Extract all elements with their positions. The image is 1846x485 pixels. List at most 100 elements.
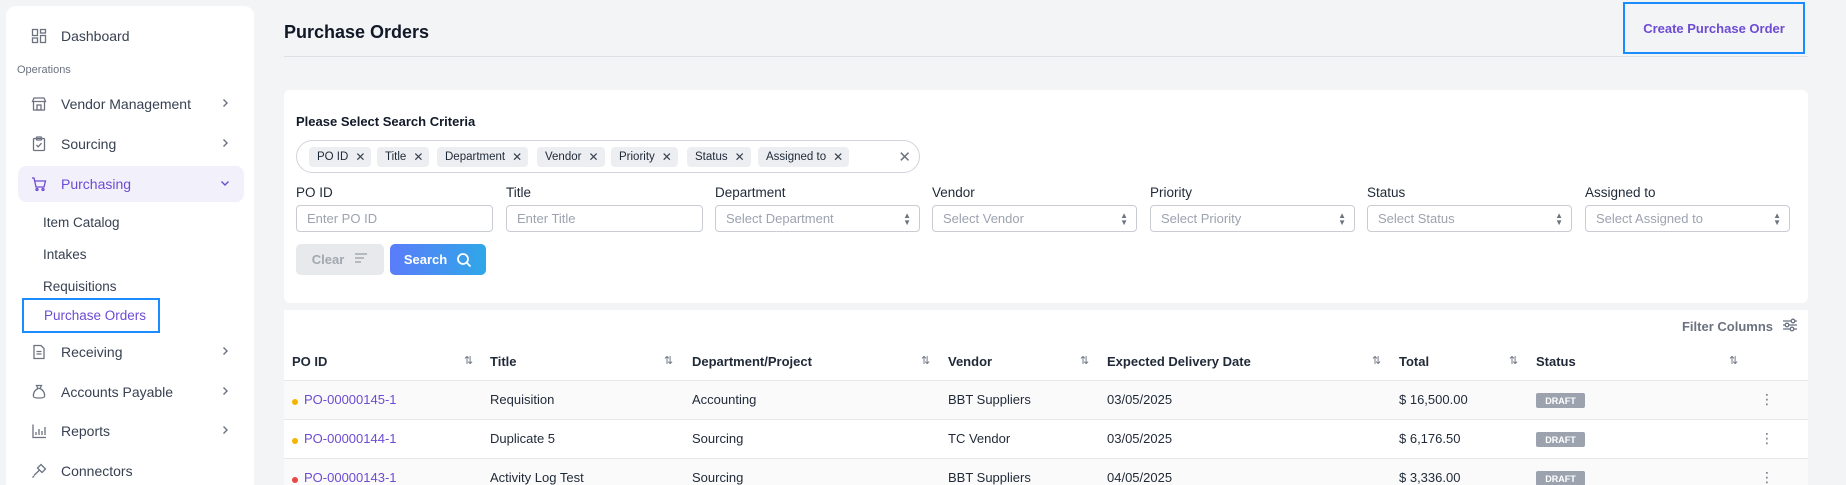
- sort-icon[interactable]: ⇅: [1080, 354, 1089, 367]
- dashboard-icon: [30, 27, 48, 45]
- chip-title[interactable]: Title ✕: [377, 147, 430, 167]
- close-icon[interactable]: ✕: [355, 150, 365, 164]
- sidebar-subitem-intakes[interactable]: Intakes: [43, 247, 87, 262]
- close-icon[interactable]: ✕: [512, 150, 522, 164]
- sliders-icon: [1782, 318, 1798, 335]
- more-options-icon[interactable]: ⋮: [1760, 469, 1774, 485]
- chip-assigned-to[interactable]: Assigned to ✕: [758, 147, 850, 167]
- close-icon[interactable]: ✕: [413, 150, 423, 164]
- clear-button-label: Clear: [311, 252, 345, 267]
- label-department: Department: [715, 185, 786, 200]
- sidebar-item-label: Reports: [61, 423, 111, 439]
- column-header-title[interactable]: Title: [490, 354, 517, 369]
- po-id-link[interactable]: PO-00000143-1: [304, 470, 397, 485]
- criteria-chips-box[interactable]: PO ID ✕ Title ✕ Department ✕ Vendor ✕ Priori…: [296, 140, 920, 173]
- sidebar-item-vendor-management[interactable]: Vendor Management: [18, 86, 244, 122]
- close-icon[interactable]: ✕: [662, 150, 672, 164]
- column-header-po-id[interactable]: PO ID: [292, 354, 327, 369]
- chip-department[interactable]: Department ✕: [437, 147, 529, 167]
- chevron-right-icon: [220, 385, 230, 399]
- title-cell: Activity Log Test: [490, 470, 584, 485]
- document-icon: [30, 343, 48, 361]
- delivery-date-cell: 03/05/2025: [1107, 431, 1173, 446]
- sidebar-item-receiving[interactable]: Receiving: [18, 334, 244, 370]
- sort-updown-icon: ▲ ▼: [903, 210, 911, 227]
- select-placeholder: Select Status: [1378, 211, 1455, 226]
- select-placeholder: Select Priority: [1161, 211, 1242, 226]
- title-input[interactable]: Enter Title: [506, 205, 703, 232]
- sort-icon[interactable]: ⇅: [464, 354, 473, 367]
- chevron-right-icon: [220, 345, 230, 359]
- sort-icon[interactable]: ⇅: [1372, 354, 1381, 367]
- table-row[interactable]: PO-00000143-1 Activity Log Test Sourcing…: [284, 459, 1808, 485]
- sidebar-item-sourcing[interactable]: Sourcing: [18, 126, 244, 162]
- sort-icon[interactable]: ⇅: [1729, 354, 1738, 367]
- sidebar-item-label: Connectors: [61, 463, 133, 479]
- sort-icon[interactable]: ⇅: [664, 354, 673, 367]
- filter-columns-button[interactable]: Filter Columns: [1682, 318, 1798, 335]
- chip-priority[interactable]: Priority ✕: [611, 147, 678, 167]
- clipboard-icon: [30, 135, 48, 153]
- sidebar-item-dashboard[interactable]: Dashboard: [18, 18, 244, 54]
- clear-button[interactable]: Clear: [296, 244, 384, 275]
- close-icon[interactable]: ✕: [588, 150, 598, 164]
- sidebar-item-reports[interactable]: Reports: [18, 413, 244, 449]
- delivery-date-cell: 04/05/2025: [1107, 470, 1173, 485]
- lines-icon: [354, 252, 368, 267]
- vendor-select[interactable]: Select Vendor ▲ ▼: [932, 205, 1137, 232]
- page-title: Purchase Orders: [284, 22, 430, 42]
- assigned-to-select[interactable]: Select Assigned to ▲ ▼: [1585, 205, 1790, 232]
- total-cell: $ 6,176.50: [1399, 431, 1461, 446]
- chip-label: Assigned to: [766, 151, 827, 163]
- status-badge: DRAFT: [1536, 432, 1585, 447]
- sidebar-subitem-purchase-orders[interactable]: Purchase Orders: [22, 298, 160, 333]
- department-cell: Sourcing: [692, 470, 744, 485]
- clear-all-icon[interactable]: ✕: [898, 148, 911, 166]
- priority-dot: [292, 399, 298, 405]
- sidebar-subitem-requisitions[interactable]: Requisitions: [43, 279, 117, 294]
- sidebar-item-connectors[interactable]: Connectors: [18, 453, 244, 485]
- close-icon[interactable]: ✕: [735, 150, 745, 164]
- sort-icon[interactable]: ⇅: [921, 354, 930, 367]
- vendor-cell: BBT Suppliers: [948, 392, 1031, 407]
- chip-vendor[interactable]: Vendor ✕: [537, 147, 605, 167]
- chip-status[interactable]: Status ✕: [687, 147, 751, 167]
- sort-icon[interactable]: ⇅: [1509, 354, 1518, 367]
- create-purchase-order-button[interactable]: Create Purchase Order: [1623, 2, 1805, 54]
- search-icon: [456, 252, 472, 268]
- chip-po-id[interactable]: PO ID ✕: [309, 147, 372, 167]
- status-badge: DRAFT: [1536, 393, 1585, 408]
- more-options-icon[interactable]: ⋮: [1760, 391, 1774, 408]
- column-header-expected-delivery-date[interactable]: Expected Delivery Date: [1107, 354, 1251, 369]
- label-title: Title: [506, 185, 532, 200]
- store-icon: [30, 95, 48, 113]
- column-header-vendor[interactable]: Vendor: [948, 354, 992, 369]
- department-select[interactable]: Select Department ▲ ▼: [715, 205, 920, 232]
- table-row[interactable]: PO-00000145-1 Requisition Accounting BBT…: [284, 381, 1808, 420]
- sort-updown-icon: ▲ ▼: [1120, 210, 1128, 227]
- sidebar: Dashboard Operations Vendor Management S…: [6, 6, 254, 485]
- label-po-id: PO ID: [296, 185, 333, 200]
- priority-select[interactable]: Select Priority ▲ ▼: [1150, 205, 1355, 232]
- label-status: Status: [1367, 185, 1406, 200]
- filter-columns-label: Filter Columns: [1681, 319, 1773, 334]
- po-id-link[interactable]: PO-00000144-1: [304, 431, 397, 446]
- table-row[interactable]: PO-00000144-1 Duplicate 5 Sourcing TC Ve…: [284, 420, 1808, 459]
- plug-icon: [30, 462, 48, 480]
- column-header-status[interactable]: Status: [1536, 354, 1576, 369]
- po-id-input[interactable]: Enter PO ID: [296, 205, 493, 232]
- close-icon[interactable]: ✕: [833, 150, 843, 164]
- search-button[interactable]: Search: [390, 244, 486, 275]
- delivery-date-cell: 03/05/2025: [1107, 392, 1173, 407]
- column-header-total[interactable]: Total: [1399, 354, 1429, 369]
- sidebar-item-accounts-payable[interactable]: Accounts Payable: [18, 374, 244, 410]
- status-select[interactable]: Select Status ▲ ▼: [1367, 205, 1572, 232]
- sidebar-subitem-item-catalog[interactable]: Item Catalog: [43, 215, 120, 230]
- chevron-right-icon: [220, 424, 230, 438]
- more-options-icon[interactable]: ⋮: [1760, 430, 1774, 447]
- sidebar-item-purchasing[interactable]: Purchasing: [18, 166, 244, 202]
- label-vendor: Vendor: [932, 185, 975, 200]
- po-id-link[interactable]: PO-00000145-1: [304, 392, 397, 407]
- column-header-department[interactable]: Department/Project: [692, 354, 812, 369]
- chip-label: Status: [695, 151, 728, 163]
